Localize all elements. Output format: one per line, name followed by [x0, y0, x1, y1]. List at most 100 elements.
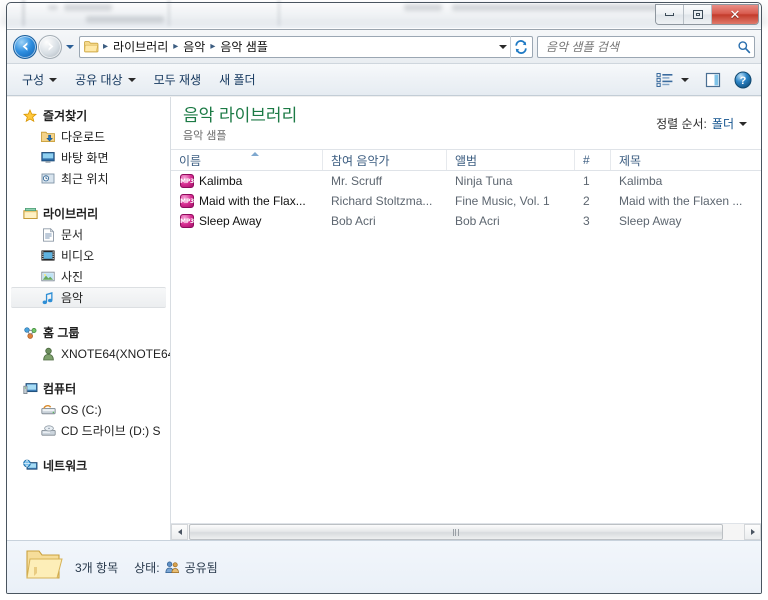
sidebar-item-libraries[interactable]: 라이브러리 [7, 203, 170, 224]
sidebar-label: XNOTE64(XNOTE64 [61, 346, 171, 361]
chevron-left-icon [177, 529, 182, 535]
scroll-right-button[interactable] [744, 524, 761, 540]
column-label: 앨범 [455, 153, 478, 168]
cell-number: 2 [583, 194, 590, 208]
minimize-icon [665, 13, 674, 16]
back-button[interactable] [13, 34, 37, 59]
library-header: 음악 라이브러리 음악 샘플 정렬 순서: 폴더 [171, 97, 761, 149]
library-icon [21, 207, 39, 220]
view-list-icon [656, 72, 673, 87]
table-row[interactable]: MP3 Sleep Away Bob Acri Bob Acri 3 Sleep… [171, 211, 761, 231]
desktop-icon [39, 151, 57, 164]
sidebar-item-network[interactable]: 네트워크 [7, 455, 170, 476]
sidebar-label: CD 드라이브 (D:) S [61, 424, 161, 438]
file-name: Maid with the Flax... [199, 194, 306, 208]
sidebar-item-xnote64[interactable]: XNOTE64(XNOTE64 [7, 343, 170, 364]
recent-locations-button[interactable] [63, 36, 76, 58]
share-with-button[interactable]: 공유 대상 [66, 68, 145, 92]
chevron-down-icon [49, 77, 58, 82]
close-icon: ✕ [729, 7, 741, 22]
sidebar-item-desktop[interactable]: 바탕 화면 [7, 147, 170, 168]
table-row[interactable]: MP3 Maid with the Flax... Richard Stoltz… [171, 191, 761, 211]
navpane-group-computer: 컴퓨터 OS (C:) CD 드라이브 (D:) S [7, 378, 170, 441]
cell-title: Kalimba [619, 174, 663, 188]
navigation-bar: ▸ 라이브러리 ▸ 음악 ▸ 음악 샘플 [7, 30, 761, 64]
cell-artist: Mr. Scruff [331, 174, 383, 188]
organize-button[interactable]: 구성 [13, 68, 66, 92]
column-label: 참여 음악가 [331, 153, 390, 168]
folder-icon [84, 41, 99, 53]
search-icon [738, 40, 751, 53]
organize-label: 구성 [22, 73, 45, 87]
minimize-button[interactable] [656, 5, 684, 24]
column-header-number[interactable]: # [575, 150, 611, 170]
sidebar-item-recent-places[interactable]: 최근 위치 [7, 168, 170, 189]
share-with-label: 공유 대상 [75, 73, 123, 87]
navpane-gap [7, 191, 170, 203]
shared-users-icon [164, 560, 180, 574]
window-chrome: ▸ 라이브러리 ▸ 음악 ▸ 음악 샘플 음악 샘플 검색 구성 공유 대상 모… [7, 29, 761, 593]
address-dropdown-button[interactable] [496, 37, 510, 57]
sort-ascending-icon [251, 152, 259, 156]
play-all-button[interactable]: 모두 재생 [145, 68, 211, 92]
sidebar-item-computer[interactable]: 컴퓨터 [7, 378, 170, 399]
breadcrumb-separator: ▸ [210, 41, 216, 52]
sidebar-item-music[interactable]: 음악 [11, 287, 166, 308]
cell-artist: Bob Acri [331, 214, 376, 228]
cell-artist: Richard Stoltzma... [331, 194, 433, 208]
sidebar-item-favorites[interactable]: 즐겨찾기 [7, 105, 170, 126]
mp3-file-icon: MP3 [180, 194, 194, 208]
column-header-artist[interactable]: 참여 음악가 [323, 150, 447, 170]
address-bar[interactable]: ▸ 라이브러리 ▸ 음악 ▸ 음악 샘플 [79, 35, 533, 58]
forward-arrow-icon [48, 42, 53, 51]
window-title-bar: ✕ [7, 3, 761, 29]
search-box[interactable] [537, 35, 755, 58]
breadcrumb-item-sample-music[interactable]: 음악 샘플 [217, 37, 271, 56]
mp3-file-icon: MP3 [180, 214, 194, 228]
sidebar-item-homegroup[interactable]: 홈 그룹 [7, 322, 170, 343]
sidebar-item-videos[interactable]: 비디오 [7, 245, 170, 266]
sidebar-item-downloads[interactable]: 다운로드 [7, 126, 170, 147]
chevron-down-icon[interactable] [739, 121, 747, 126]
change-view-button[interactable] [653, 68, 677, 92]
arrange-by-value[interactable]: 폴더 [712, 115, 734, 132]
cell-name: MP3 Sleep Away [171, 214, 323, 228]
scrollbar-thumb[interactable] [189, 524, 723, 540]
sidebar-item-pictures[interactable]: 사진 [7, 266, 170, 287]
sidebar-label: 다운로드 [61, 130, 106, 144]
column-header-album[interactable]: 앨범 [447, 150, 575, 170]
refresh-button[interactable] [510, 35, 530, 58]
sidebar-item-os-c-drive[interactable]: OS (C:) [7, 399, 170, 420]
table-row[interactable]: MP3 Kalimba Mr. Scruff Ninja Tuna 1 Kali… [171, 171, 761, 191]
network-icon [21, 459, 39, 472]
preview-pane-button[interactable] [701, 68, 725, 92]
restore-button[interactable] [684, 5, 712, 24]
arrange-by-control: 정렬 순서: 폴더 [656, 115, 747, 132]
download-folder-icon [39, 130, 57, 143]
scroll-left-button[interactable] [171, 524, 188, 540]
new-folder-button[interactable]: 새 폴더 [210, 68, 264, 92]
scrollbar-track[interactable] [188, 524, 744, 540]
new-folder-label: 새 폴더 [219, 73, 256, 87]
navpane-gap [7, 443, 170, 455]
videos-icon [39, 249, 57, 262]
close-button[interactable]: ✕ [712, 5, 758, 24]
sidebar-item-documents[interactable]: 문서 [7, 224, 170, 245]
preview-pane-icon [705, 72, 721, 87]
sidebar-label: 바탕 화면 [61, 151, 109, 165]
search-input[interactable] [544, 38, 737, 55]
sidebar-label: 라이브러리 [43, 207, 99, 221]
breadcrumb: ▸ 라이브러리 ▸ 음악 ▸ 음악 샘플 [101, 37, 496, 56]
column-header-name[interactable]: 이름 [171, 150, 323, 170]
user-icon [39, 347, 57, 361]
horizontal-scrollbar[interactable] [171, 523, 761, 540]
sidebar-item-cd-drive[interactable]: CD 드라이브 (D:) S [7, 420, 170, 441]
cell-number: 3 [583, 214, 590, 228]
breadcrumb-item-music[interactable]: 음악 [180, 37, 208, 56]
help-button[interactable]: ? [731, 68, 755, 92]
explorer-window: ✕ ▸ 라이브러리 ▸ 음악 ▸ 음악 샘플 음악 샘플 검색 구성 공유 대상… [6, 2, 762, 594]
forward-button[interactable] [38, 34, 62, 59]
column-header-title[interactable]: 제목 [611, 150, 761, 170]
view-options-button[interactable] [677, 68, 693, 92]
breadcrumb-item-library[interactable]: 라이브러리 [110, 37, 171, 56]
